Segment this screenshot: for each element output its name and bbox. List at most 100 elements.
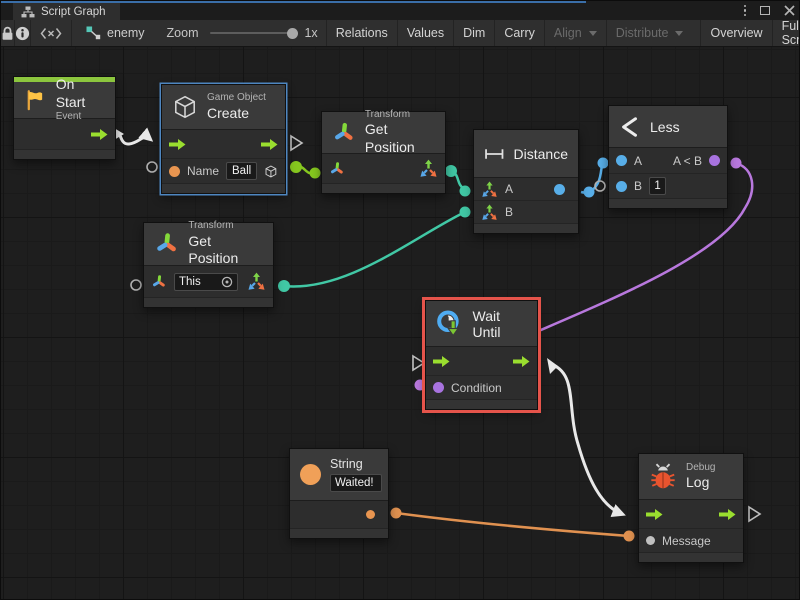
wire-endpoint (415, 380, 426, 391)
relations-button[interactable]: Relations (326, 20, 397, 46)
target-field[interactable]: This (174, 273, 238, 291)
port-label: A (634, 154, 642, 168)
wire-flow-arrow (547, 358, 558, 374)
wire-string-to-debuglog (396, 513, 629, 536)
node-debug-log[interactable]: Debug Log Message (638, 453, 744, 563)
target-value: This (179, 275, 201, 289)
message-input-port[interactable] (646, 536, 655, 545)
unconnected-value-port-indicator (131, 280, 141, 290)
toolbar-right-buttons: Relations Values Dim Carry Align Distrib… (326, 20, 800, 46)
node-title: Get Position (188, 233, 263, 268)
object-picker-icon[interactable] (221, 276, 233, 288)
control-output-port[interactable] (261, 138, 278, 151)
less-input-port-a[interactable] (616, 155, 627, 166)
flag-icon (24, 88, 47, 112)
condition-input-port[interactable] (433, 382, 444, 393)
control-input-port[interactable] (433, 355, 450, 368)
node-category: Transform (188, 220, 263, 233)
transform-input-port[interactable] (329, 161, 345, 177)
lock-icon (1, 26, 14, 41)
control-input-port[interactable] (646, 508, 663, 521)
script-graph-window: Script Graph (0, 0, 800, 600)
unconnected-value-port-indicator (147, 162, 157, 172)
wire-endpoint (460, 186, 471, 197)
port-label: Message (662, 534, 711, 548)
node-get-position-top[interactable]: Transform Get Position (321, 111, 446, 194)
node-title: Distance (514, 146, 568, 162)
align-button[interactable]: Align (544, 20, 606, 46)
distance-icon (484, 145, 505, 163)
disconnect-button[interactable] (31, 20, 72, 46)
control-output-port[interactable] (91, 128, 108, 141)
node-footer (609, 199, 727, 208)
string-value-field[interactable]: Waited! (330, 474, 382, 492)
unconnected-control-port-indicator (291, 136, 302, 150)
node-title: Get Position (365, 121, 435, 156)
dropdown-caret-icon (675, 31, 683, 36)
zoom-slider[interactable] (210, 32, 296, 34)
node-footer (162, 184, 285, 193)
wire-endpoint (460, 207, 471, 218)
wire-endpoint (624, 531, 635, 542)
tab-script-graph[interactable]: Script Graph (13, 3, 120, 20)
control-input-port[interactable] (169, 138, 186, 151)
panel-menu-icon[interactable] (744, 5, 747, 17)
less-input-port-b[interactable] (616, 181, 627, 192)
debug-bug-icon (649, 462, 677, 491)
graph-canvas[interactable]: On Start Event Game Object Create (1, 47, 800, 600)
tab-bar: Script Graph (1, 1, 800, 20)
wire-endpoint (278, 280, 290, 292)
graph-name: enemy (107, 26, 145, 40)
node-less[interactable]: Less A A < B B 1 (608, 105, 728, 209)
string-output-port[interactable] (366, 510, 375, 519)
distribute-button[interactable]: Distribute (606, 20, 693, 46)
node-game-object-create[interactable]: Game Object Create Name Ball (161, 84, 286, 194)
vector3-input-port-a[interactable] (481, 181, 498, 198)
b-value-field[interactable]: 1 (649, 177, 666, 195)
node-string-literal[interactable]: String Waited! (289, 448, 389, 539)
overview-button[interactable]: Overview (700, 20, 771, 46)
transform-icon (332, 120, 356, 146)
control-output-port[interactable] (513, 355, 530, 368)
carry-button[interactable]: Carry (494, 20, 544, 46)
angle-brackets-x-icon (40, 27, 62, 40)
vector3-output-port[interactable] (419, 159, 438, 178)
node-title: On Start (56, 76, 105, 111)
wire-onstart-to-create (114, 132, 150, 144)
values-button[interactable]: Values (397, 20, 453, 46)
maximize-icon[interactable] (760, 6, 770, 15)
node-title: String (330, 457, 382, 473)
wire-endpoint (584, 187, 595, 198)
less-output-port[interactable] (709, 155, 720, 166)
unconnected-value-port-indicator (595, 181, 605, 191)
transform-input-port[interactable] (151, 274, 167, 290)
name-input-port[interactable] (169, 166, 180, 177)
node-wait-until[interactable]: Wait Until Condition (425, 300, 538, 410)
wire-getpositionbottom-to-distance-b (284, 213, 463, 286)
port-label: A (505, 182, 513, 196)
node-get-position-bottom[interactable]: Transform Get Position This (143, 222, 274, 308)
dim-button[interactable]: Dim (453, 20, 494, 46)
wire-endpoint (290, 161, 302, 173)
game-object-output-port[interactable] (264, 163, 278, 180)
distance-output-port[interactable] (554, 184, 565, 195)
vector3-input-port-b[interactable] (481, 204, 498, 221)
result-label: A < B (673, 154, 702, 168)
script-graph-icon (21, 6, 35, 18)
tab-title: Script Graph (41, 6, 106, 18)
info-button[interactable] (15, 20, 31, 46)
close-icon[interactable] (784, 5, 795, 16)
name-field[interactable]: Ball (226, 162, 257, 180)
wire-endpoint (445, 165, 457, 177)
lock-button[interactable] (1, 20, 15, 46)
vector3-output-port[interactable] (247, 272, 266, 291)
wire-distance-to-less-a (581, 163, 603, 193)
graph-name-indicator[interactable]: enemy (72, 20, 159, 46)
node-distance[interactable]: Distance A (473, 129, 579, 234)
fullscreen-button[interactable]: Full Screen (772, 20, 800, 46)
node-on-start-event[interactable]: On Start Event (13, 76, 116, 160)
control-output-port[interactable] (719, 508, 736, 521)
node-title: Wait Until (473, 308, 527, 340)
zoom-slider-handle[interactable] (287, 28, 298, 39)
less-than-icon (619, 116, 641, 138)
